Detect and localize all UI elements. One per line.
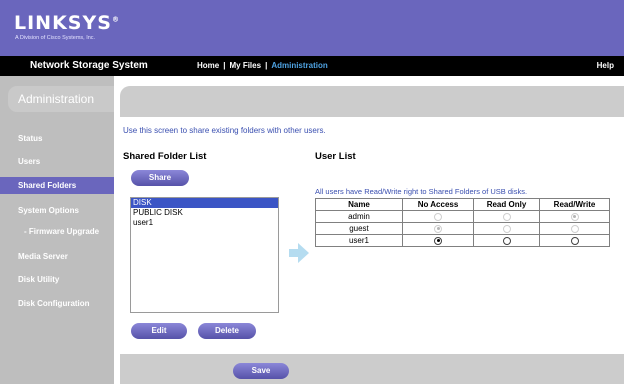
table-row: admin xyxy=(315,210,610,223)
save-button[interactable]: Save xyxy=(233,363,289,379)
nav-link-help[interactable]: Help xyxy=(597,61,614,70)
column-header-no-access: No Access xyxy=(402,198,474,211)
shared-folder-list-heading: Shared Folder List xyxy=(123,151,207,162)
radio-no-access xyxy=(434,224,442,233)
content-footer-bar xyxy=(120,354,624,384)
folder-item[interactable]: PUBLIC DISK xyxy=(131,208,278,218)
sidebar-item-media-server[interactable]: Media Server xyxy=(0,248,114,265)
nav-separator: | xyxy=(223,61,226,70)
folder-item[interactable]: user1 xyxy=(131,218,278,228)
sidebar-item-system-options[interactable]: System Options xyxy=(0,202,114,219)
user-permission-table: Name No Access Read Only Read/Write admi… xyxy=(315,198,610,247)
sidebar-title: Administration xyxy=(8,86,114,112)
column-header-name: Name xyxy=(315,198,403,211)
sidebar: Administration Status Users Shared Folde… xyxy=(0,76,114,384)
sidebar-item-status[interactable]: Status xyxy=(0,130,114,147)
radio-no-access xyxy=(434,212,442,221)
user-name: guest xyxy=(315,222,403,235)
sidebar-item-shared-folders[interactable]: Shared Folders xyxy=(0,177,114,194)
table-row: guest xyxy=(315,222,610,235)
radio-read-write xyxy=(570,224,579,233)
logo-tagline: A Division of Cisco Systems, Inc. xyxy=(15,35,96,41)
sidebar-item-firmware-upgrade[interactable]: - Firmware Upgrade xyxy=(0,223,114,240)
linksys-logo: LINKSYS® xyxy=(14,12,120,34)
content-header-bar xyxy=(120,86,624,117)
arrow-right-icon xyxy=(289,243,309,263)
radio-read-write[interactable] xyxy=(570,236,579,245)
radio-read-only xyxy=(502,224,511,233)
nav-link-my-files[interactable]: My Files xyxy=(229,61,261,70)
sidebar-item-disk-configuration[interactable]: Disk Configuration xyxy=(0,295,114,312)
share-button[interactable]: Share xyxy=(131,170,189,186)
user-name: admin xyxy=(315,210,403,223)
radio-read-only xyxy=(502,212,511,221)
column-header-read-only: Read Only xyxy=(473,198,540,211)
nav-link-home[interactable]: Home xyxy=(197,61,219,70)
user-list-heading: User List xyxy=(315,151,356,162)
nav-separator: | xyxy=(265,61,268,70)
table-row: user1 xyxy=(315,234,610,247)
edit-button[interactable]: Edit xyxy=(131,323,187,339)
intro-text: Use this screen to share existing folder… xyxy=(123,126,326,135)
nav-links: Home | My Files | Administration xyxy=(197,61,328,70)
delete-button[interactable]: Delete xyxy=(198,323,256,339)
usb-permission-note: All users have Read/Write right to Share… xyxy=(315,187,528,196)
sidebar-item-users[interactable]: Users xyxy=(0,153,114,170)
user-name: user1 xyxy=(315,234,403,247)
shared-folder-listbox[interactable]: DISK PUBLIC DISK user1 xyxy=(130,197,279,313)
radio-read-only[interactable] xyxy=(502,236,511,245)
folder-item[interactable]: DISK xyxy=(131,198,278,208)
sidebar-item-disk-utility[interactable]: Disk Utility xyxy=(0,271,114,288)
column-header-read-write: Read/Write xyxy=(539,198,610,211)
nav-link-administration[interactable]: Administration xyxy=(271,61,327,70)
product-title: Network Storage System xyxy=(30,60,148,71)
radio-no-access[interactable] xyxy=(434,236,442,245)
radio-read-write xyxy=(570,212,579,221)
nav-bar: Network Storage System Home | My Files | Adm… xyxy=(0,56,624,76)
table-header-row: Name No Access Read Only Read/Write xyxy=(315,198,610,211)
header: LINKSYS® A Division of Cisco Systems, In… xyxy=(0,0,624,56)
